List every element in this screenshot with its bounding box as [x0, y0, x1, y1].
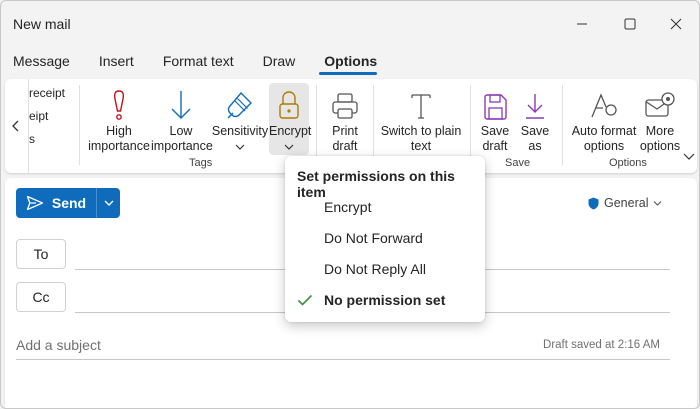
send-button[interactable]: Send: [16, 188, 97, 218]
low-importance-button[interactable]: Low importance: [151, 85, 213, 154]
chevron-down-icon: [235, 144, 245, 150]
sensitivity-selector[interactable]: General: [588, 196, 662, 210]
save-draft-line2: draft: [482, 139, 508, 153]
switch-plain-line1: Switch to plain: [380, 124, 462, 138]
tags-group-label: Tags: [189, 157, 213, 169]
send-options-dropdown[interactable]: [97, 188, 120, 218]
subject-underline: [16, 359, 670, 360]
encrypt-button[interactable]: Encrypt: [269, 83, 312, 155]
ribbon-separator: [373, 85, 374, 165]
chevron-down-icon: [104, 200, 113, 206]
close-button[interactable]: [661, 13, 691, 35]
menu-item-encrypt[interactable]: Encrypt: [285, 192, 485, 222]
menu-item-label: Encrypt: [324, 199, 372, 215]
ribbon-tabs: Message Insert Format text Draw Options: [1, 51, 389, 77]
subject-input[interactable]: Add a subject: [16, 337, 101, 353]
send-icon: [26, 195, 44, 211]
lock-icon: [279, 91, 299, 119]
cc-button[interactable]: Cc: [16, 282, 66, 312]
auto-format-line1: Auto format: [571, 124, 637, 138]
high-importance-button[interactable]: High importance: [87, 85, 151, 154]
download-icon: [526, 94, 544, 119]
menu-item-no-permission-set[interactable]: No permission set: [285, 285, 485, 315]
options-group-label: Options: [609, 157, 647, 169]
ribbon-separator: [79, 85, 80, 165]
menu-item-label: Do Not Reply All: [324, 261, 426, 277]
window-title: New mail: [13, 16, 71, 32]
encrypt-label: Encrypt: [269, 124, 312, 138]
ribbon-separator: [316, 85, 317, 165]
print-draft-button[interactable]: Print draft: [323, 85, 367, 154]
high-importance-label-line1: High: [106, 124, 132, 138]
low-importance-label-line2: importance: [151, 139, 213, 153]
save-as-button[interactable]: Save as: [517, 85, 553, 154]
chevron-down-icon: [654, 200, 662, 206]
save-as-line2: as: [528, 139, 542, 153]
sensitivity-value: General: [604, 196, 649, 210]
minimize-button[interactable]: [567, 13, 597, 35]
tab-insert[interactable]: Insert: [82, 51, 146, 77]
auto-format-options-button[interactable]: Auto format options: [569, 85, 639, 154]
switch-to-plain-text-button[interactable]: Switch to plain text: [377, 85, 465, 154]
more-options-button[interactable]: More options: [639, 85, 681, 154]
switch-plain-line2: text: [410, 139, 432, 153]
save-as-line1: Save: [520, 124, 550, 138]
sensitivity-tag-icon: [227, 91, 252, 119]
tab-options[interactable]: Options: [307, 51, 389, 77]
print-draft-line2: draft: [332, 139, 358, 153]
ribbon-scroll-left[interactable]: [5, 79, 29, 173]
auto-format-icon: [591, 93, 617, 118]
title-bar: New mail: [1, 1, 699, 45]
to-button[interactable]: To: [16, 239, 66, 269]
partial-ribbon-item[interactable]: s: [29, 132, 35, 146]
printer-icon: [332, 93, 358, 119]
tab-draw[interactable]: Draw: [246, 51, 308, 77]
tab-format-text[interactable]: Format text: [146, 51, 246, 77]
auto-format-line2: options: [583, 139, 625, 153]
arrow-down-icon: [171, 91, 191, 119]
ribbon-separator: [470, 85, 471, 165]
high-importance-label-line2: importance: [88, 139, 150, 153]
ribbon-separator: [562, 85, 563, 165]
minimize-icon: [577, 23, 587, 25]
menu-item-label: Do Not Forward: [324, 230, 423, 246]
save-icon: [484, 94, 507, 120]
checkmark-icon: [297, 294, 312, 306]
close-icon: [670, 18, 682, 30]
chevron-down-icon: [683, 153, 695, 160]
save-group-label: Save: [505, 157, 531, 169]
shield-icon: [588, 197, 599, 209]
maximize-icon: [624, 18, 636, 30]
sensitivity-label: Sensitivity: [211, 124, 269, 138]
tab-message[interactable]: Message: [1, 51, 82, 77]
more-options-line1: More: [645, 124, 675, 138]
new-mail-window: New mail Message Insert Format text Draw…: [0, 0, 700, 409]
chevron-left-icon: [12, 120, 19, 132]
send-button-group: Send: [16, 188, 120, 218]
partial-ribbon-item[interactable]: eipt: [29, 109, 48, 123]
partial-ribbon-item[interactable]: receipt: [29, 86, 65, 100]
save-draft-line1: Save: [480, 124, 510, 138]
menu-item-do-not-forward[interactable]: Do Not Forward: [285, 223, 485, 253]
sensitivity-button[interactable]: Sensitivity: [211, 85, 269, 155]
send-label: Send: [51, 195, 87, 211]
menu-item-do-not-reply-all[interactable]: Do Not Reply All: [285, 254, 485, 284]
save-draft-button[interactable]: Save draft: [477, 85, 513, 154]
text-format-icon: [411, 94, 431, 119]
mail-settings-icon: [645, 92, 675, 117]
menu-item-label: No permission set: [324, 292, 446, 308]
draft-saved-status: Draft saved at 2:16 AM: [543, 339, 660, 351]
maximize-button[interactable]: [615, 13, 645, 35]
permissions-menu: Set permissions on this item Encrypt Do …: [285, 156, 485, 322]
exclamation-icon: [113, 90, 125, 120]
chevron-down-icon: [284, 144, 294, 150]
low-importance-label-line1: Low: [169, 124, 193, 138]
more-options-line2: options: [639, 139, 681, 153]
print-draft-line1: Print: [332, 124, 358, 138]
